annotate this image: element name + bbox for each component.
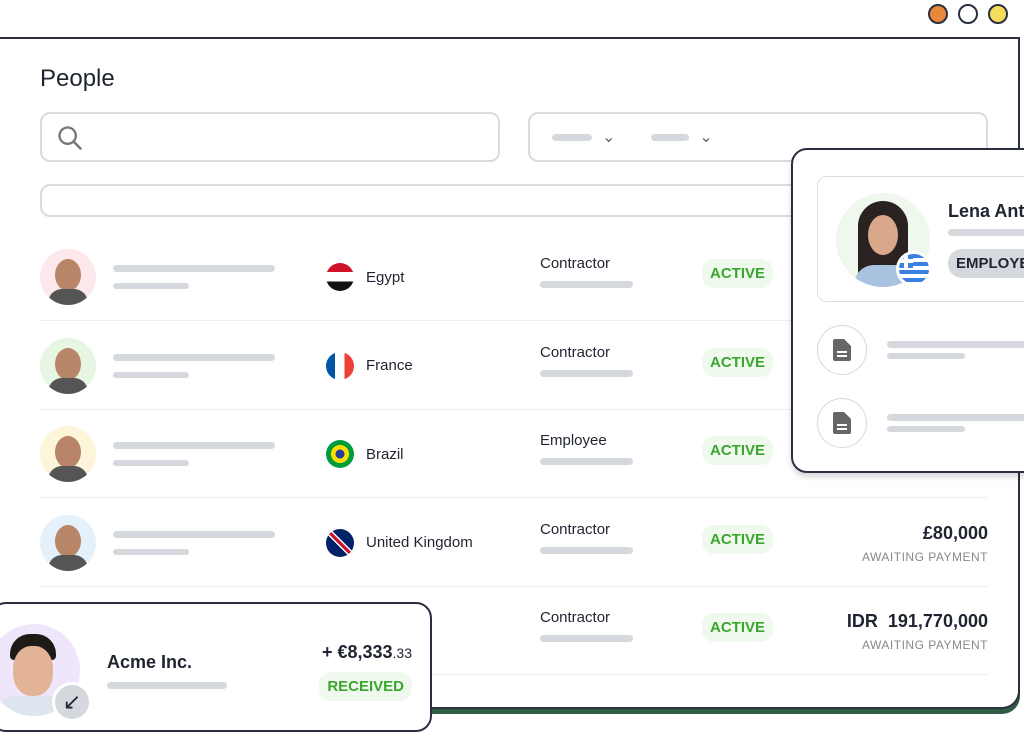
country-cell: Brazil [326, 440, 404, 468]
flag-icon [326, 263, 354, 291]
profile-name: Lena Ant [948, 201, 1024, 221]
close-button[interactable] [928, 4, 948, 24]
status-badge: ACTIVE [702, 436, 774, 465]
status-badge: ACTIVE [702, 524, 774, 554]
country-cell: Egypt [326, 263, 404, 291]
search-icon [58, 126, 82, 150]
company-name: Acme Inc. [107, 652, 193, 672]
flag-icon [326, 351, 354, 380]
avatar [40, 426, 96, 482]
role-cell: Contractor [540, 255, 633, 288]
flag-icon [326, 528, 354, 557]
filter-dropdown[interactable]: ⌄ [552, 127, 615, 147]
role-cell: Employee [540, 432, 633, 465]
avatar [40, 249, 96, 305]
page-title: People [40, 65, 115, 92]
amount-cell: £80,000 AWAITING PAYMENT [861, 522, 988, 564]
payment-amount: + €8,333.33 [321, 642, 412, 662]
role-cell: Contractor [540, 344, 633, 377]
status-badge: ACTIVE [702, 347, 774, 377]
avatar [40, 337, 96, 394]
payment-card[interactable]: ↙ Acme Inc. + €8,333.33 RECEIVED [0, 602, 432, 732]
status-badge: ACTIVE [702, 613, 774, 642]
country-cell: France [326, 351, 413, 380]
table-row[interactable]: United Kingdom Contractor ACTIVE £80,000 AWA… [40, 499, 988, 587]
amount-cell: IDR 191,770,000 AWAITING PAYMENT [846, 611, 988, 652]
country-cell: United Kingdom [326, 528, 473, 557]
employee-badge: EMPLOYE [948, 249, 1024, 278]
flag-icon [326, 440, 354, 468]
window-controls [928, 4, 1008, 24]
filter-dropdown[interactable]: ⌄ [651, 127, 713, 147]
received-badge: RECEIVED [319, 672, 412, 701]
document-icon [833, 412, 851, 434]
profile-card[interactable]: Lena Ant EMPLOYE [791, 148, 1024, 473]
role-cell: Contractor [540, 521, 633, 554]
arrow-down-left-icon: ↙ [52, 682, 92, 722]
greece-flag-icon [896, 251, 932, 287]
profile-header: Lena Ant EMPLOYE [817, 176, 1024, 302]
status-badge: ACTIVE [702, 259, 774, 288]
document-icon [833, 339, 851, 361]
chevron-down-icon: ⌄ [602, 129, 616, 146]
minimize-button[interactable] [958, 4, 978, 24]
search-input[interactable] [40, 112, 500, 162]
chevron-down-icon: ⌄ [699, 129, 713, 146]
avatar [40, 514, 96, 571]
role-cell: Contractor [540, 609, 633, 642]
document-button[interactable] [817, 325, 867, 375]
maximize-button[interactable] [988, 4, 1008, 24]
document-button[interactable] [817, 398, 867, 448]
